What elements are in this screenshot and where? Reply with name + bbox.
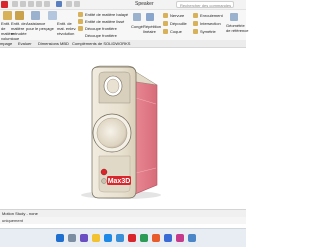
title-bar: Speaker Rechercher des commandes xyxy=(0,0,246,10)
edge-browser-icon[interactable] xyxy=(104,234,112,242)
brand-label: Max3D xyxy=(108,178,131,185)
boundary-cut-label[interactable]: Découpe frontière xyxy=(85,26,117,31)
fillet-label[interactable]: Congé xyxy=(131,24,143,29)
rib-label[interactable]: Nervure xyxy=(170,13,184,18)
woofer-cone xyxy=(96,117,128,149)
office-icon[interactable] xyxy=(152,234,160,242)
revolved-cut-label[interactable]: Entit. de mat. enlev. révolution xyxy=(57,21,76,36)
start-menu-icon[interactable] xyxy=(56,234,64,242)
tweeter-cone xyxy=(106,78,120,94)
shell-label[interactable]: Coque xyxy=(170,29,182,34)
linear-pattern-label[interactable]: Répétition linéaire xyxy=(143,24,161,34)
intersect-label[interactable]: Intersection xyxy=(200,21,221,26)
graphics-viewport[interactable]: Max3D xyxy=(0,48,246,208)
hole-wizard-label[interactable]: Assistance pour le perçage xyxy=(26,21,54,31)
home-icon[interactable] xyxy=(12,1,18,7)
reference-geometry-icon[interactable] xyxy=(230,13,238,21)
solidworks-taskbar-icon[interactable] xyxy=(128,234,136,242)
rebuild-icon[interactable] xyxy=(66,1,72,7)
open-file-icon[interactable] xyxy=(28,1,34,7)
reference-geometry-label[interactable]: Géométrie de référence xyxy=(226,23,248,33)
tab-dimensions-mbd[interactable]: Dimensions MBD xyxy=(38,40,69,47)
linear-pattern-icon[interactable] xyxy=(146,13,154,21)
swept-boss-label[interactable]: Entité de matière balayé xyxy=(85,12,128,17)
wrap-icon[interactable] xyxy=(193,13,198,18)
new-file-icon[interactable] xyxy=(20,1,26,7)
tab-solidworks-addins[interactable]: Compléments de SOLIDWORKS xyxy=(72,40,130,47)
status-text: uniquement xyxy=(2,218,23,223)
task-view-icon[interactable] xyxy=(80,234,88,242)
draft-label[interactable]: Dépouille xyxy=(170,21,187,26)
revolved-boss-label[interactable]: Entit. de matière extrudée xyxy=(11,21,27,36)
swept-cut-label[interactable]: Découpe frontière xyxy=(85,33,117,38)
print-icon[interactable] xyxy=(44,1,50,7)
speaker-side-panel[interactable] xyxy=(134,76,158,195)
tone-knob-icon[interactable] xyxy=(101,178,107,184)
search-icon[interactable] xyxy=(68,234,76,242)
intersect-icon[interactable] xyxy=(193,21,198,26)
teams-icon[interactable] xyxy=(176,234,184,242)
solidworks-logo-icon[interactable] xyxy=(1,1,8,8)
store-icon[interactable] xyxy=(140,234,148,242)
boundary-cut-icon[interactable] xyxy=(78,26,83,31)
status-bar: uniquement xyxy=(0,217,246,224)
lofted-boss-label[interactable]: Entité de matière lissé xyxy=(85,19,124,24)
mirror-label[interactable]: Symétrie xyxy=(200,29,216,34)
command-tabs: mpage Evaluer Dimensions MBD Compléments… xyxy=(0,40,246,48)
mirror-icon[interactable] xyxy=(193,29,198,34)
search-commands-input[interactable]: Rechercher des commandes xyxy=(176,1,234,8)
swept-boss-icon[interactable] xyxy=(78,12,83,17)
shell-icon[interactable] xyxy=(163,29,168,34)
app-icon[interactable] xyxy=(188,234,196,242)
window-title: Speaker xyxy=(135,1,154,7)
fillet-icon[interactable] xyxy=(133,13,141,21)
save-icon[interactable] xyxy=(36,1,42,7)
hole-wizard-icon[interactable] xyxy=(31,11,40,20)
volume-knob-icon[interactable] xyxy=(100,168,108,176)
lofted-boss-icon[interactable] xyxy=(78,19,83,24)
tab-esquisse[interactable]: mpage xyxy=(0,40,12,47)
word-icon[interactable] xyxy=(164,234,172,242)
tab-evaluer[interactable]: Evaluer xyxy=(18,40,32,47)
rib-icon[interactable] xyxy=(163,13,168,18)
mail-icon[interactable] xyxy=(116,234,124,242)
motion-study-tab[interactable]: Motion Study - none xyxy=(0,211,38,216)
command-manager-ribbon: Entit. de matière volumique Entit. de matièr… xyxy=(0,10,248,41)
options-icon[interactable] xyxy=(74,1,80,7)
select-icon[interactable] xyxy=(56,1,62,7)
draft-icon[interactable] xyxy=(163,21,168,26)
windows-taskbar xyxy=(0,228,246,247)
speaker-model-svg[interactable]: Max3D xyxy=(0,48,246,208)
revolved-cut-icon[interactable] xyxy=(48,11,57,20)
wrap-label[interactable]: Enroulement xyxy=(200,13,223,18)
revolved-boss-icon[interactable] xyxy=(15,11,24,20)
extruded-boss-icon[interactable] xyxy=(3,11,12,20)
file-explorer-icon[interactable] xyxy=(92,234,100,242)
